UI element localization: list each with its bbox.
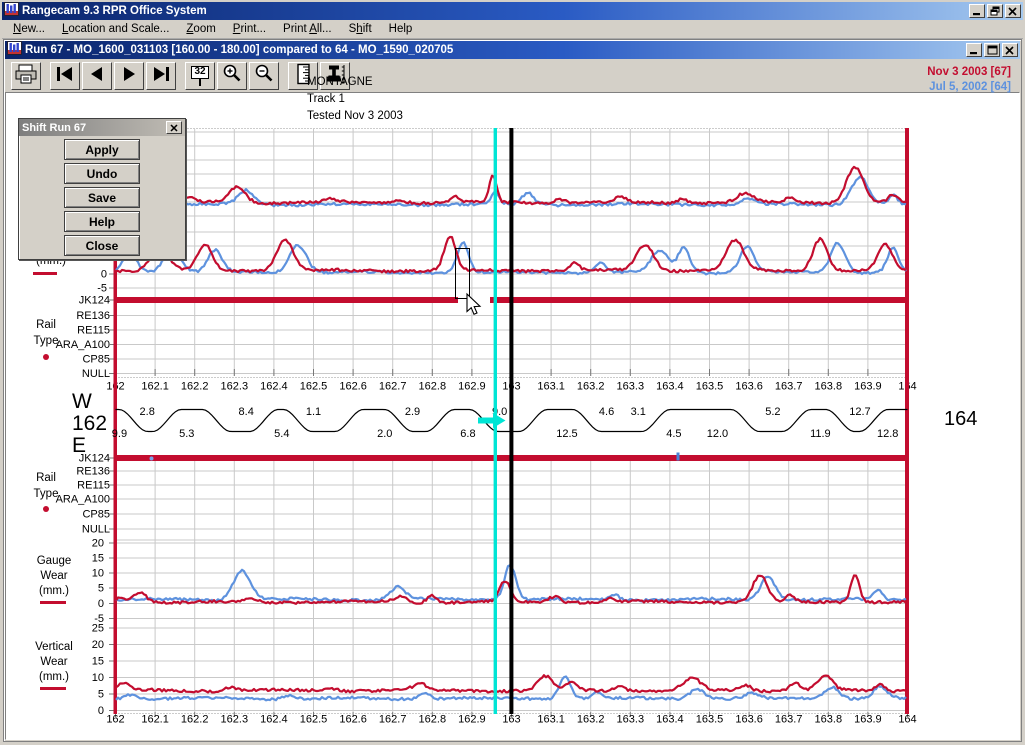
close-button[interactable]: Close: [64, 235, 140, 256]
page-left-button[interactable]: [82, 62, 112, 90]
run67-line-swatch: [40, 687, 66, 690]
rail-type-dot-icon: [43, 354, 49, 360]
rail-type-label-upper: RailType: [28, 317, 64, 349]
app-restore-button[interactable]: [987, 4, 1003, 18]
milepost-right-label: 164: [944, 408, 977, 431]
gauge-wear-label: GaugeWear(mm.): [26, 554, 82, 599]
step-backward-icon: [54, 65, 76, 86]
run67-line-swatch: [40, 601, 66, 604]
track-name: Track 1: [307, 91, 403, 108]
arrow-left-icon: [86, 65, 108, 86]
legend: Nov 3 2003 [67] Jul 5, 2002 [64]: [927, 65, 1011, 95]
shift-dialog-title-bar[interactable]: Shift Run 67: [19, 119, 185, 136]
menu-item-zoom[interactable]: Zoom: [179, 22, 222, 36]
app-logo-icon: [4, 2, 19, 21]
toolbar: 32: [5, 59, 1020, 92]
menu-item-new[interactable]: New...: [6, 22, 52, 36]
menu-item-print[interactable]: Print...: [226, 22, 273, 36]
shift-dialog-close-button[interactable]: [166, 121, 182, 134]
zoom-in-button[interactable]: [217, 62, 247, 90]
milepost-button[interactable]: 32: [185, 62, 215, 90]
legend-run67: Nov 3 2003 [67]: [927, 65, 1011, 80]
app-minimize-button[interactable]: [969, 4, 985, 18]
app-close-button[interactable]: [1005, 4, 1021, 18]
legend-run64: Jul 5, 2002 [64]: [927, 80, 1011, 95]
step-forward-icon: [150, 65, 172, 86]
run67-line-swatch: [33, 272, 57, 275]
last-page-button[interactable]: [146, 62, 176, 90]
apply-button[interactable]: Apply: [64, 139, 140, 160]
app-title-bar[interactable]: Rangecam 9.3 RPR Office System: [2, 2, 1023, 20]
run-window-title-bar[interactable]: Run 67 - MO_1600_031103 [160.00 - 180.00…: [5, 41, 1020, 59]
menu-item-printall[interactable]: Print All...: [276, 22, 339, 36]
menu-item-locationandscale[interactable]: Location and Scale...: [55, 22, 176, 36]
save-button[interactable]: Save: [64, 187, 140, 208]
page-right-button[interactable]: [114, 62, 144, 90]
run-close-button[interactable]: [1002, 43, 1018, 57]
milepost-left-label: W 162 E: [72, 391, 107, 457]
rail-type-label-lower: RailType: [28, 470, 64, 502]
undo-button[interactable]: Undo: [64, 163, 140, 184]
vertical-wear-label: VerticalWear(mm.): [26, 640, 82, 685]
help-button[interactable]: Help: [64, 211, 140, 232]
menu-item-shift[interactable]: Shift: [342, 22, 379, 36]
milepost-sign-icon: 32: [191, 66, 209, 86]
arrow-right-icon: [118, 65, 140, 86]
run-window-title: Run 67 - MO_1600_031103 [160.00 - 180.00…: [25, 44, 453, 56]
shift-dialog-title: Shift Run 67: [22, 122, 86, 134]
run-window-logo-icon: [7, 41, 22, 60]
zoom-out-button[interactable]: [249, 62, 279, 90]
app-title: Rangecam 9.3 RPR Office System: [22, 5, 207, 17]
print-button[interactable]: [11, 62, 41, 90]
location-name: MONTAGNE: [307, 74, 403, 91]
run-maximize-button[interactable]: [984, 43, 1000, 57]
shift-dialog: Shift Run 67 Apply Undo Save Help Close: [18, 118, 186, 260]
menu-item-help[interactable]: Help: [382, 22, 420, 36]
menu-bar: New...Location and Scale...Zoom Print...P…: [2, 20, 1023, 39]
first-page-button[interactable]: [50, 62, 80, 90]
shift-dialog-buttons: Apply Undo Save Help Close: [19, 139, 185, 256]
printer-icon: [14, 63, 38, 88]
rail-type-dot-icon: [43, 506, 49, 512]
chart-header: MONTAGNE Track 1 Tested Nov 3 2003: [307, 74, 403, 125]
run-minimize-button[interactable]: [966, 43, 982, 57]
tested-date: Tested Nov 3 2003: [307, 108, 403, 125]
zoom-out-icon: [253, 63, 275, 88]
zoom-in-icon: [221, 63, 243, 88]
